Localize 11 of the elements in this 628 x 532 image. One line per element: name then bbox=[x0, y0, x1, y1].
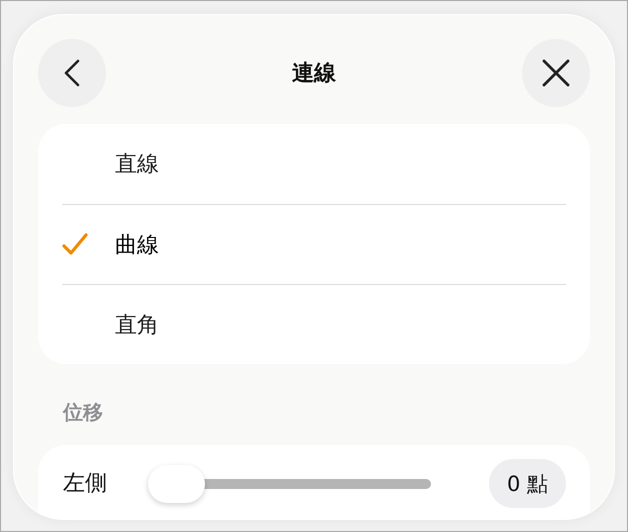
option-item[interactable]: 直角 bbox=[62, 284, 566, 364]
option-item[interactable]: 曲線 bbox=[62, 204, 566, 284]
sheet-title: 連線 bbox=[292, 60, 336, 88]
offset-label: 左側 bbox=[63, 470, 108, 498]
offset-slider[interactable] bbox=[148, 465, 431, 503]
section-title: 位移 bbox=[63, 399, 104, 425]
value-field[interactable]: 0 點 bbox=[488, 459, 566, 508]
slider-thumb[interactable] bbox=[148, 465, 205, 503]
option-item[interactable]: 直線 bbox=[62, 124, 566, 204]
close-icon bbox=[542, 59, 570, 87]
back-icon bbox=[64, 59, 80, 87]
